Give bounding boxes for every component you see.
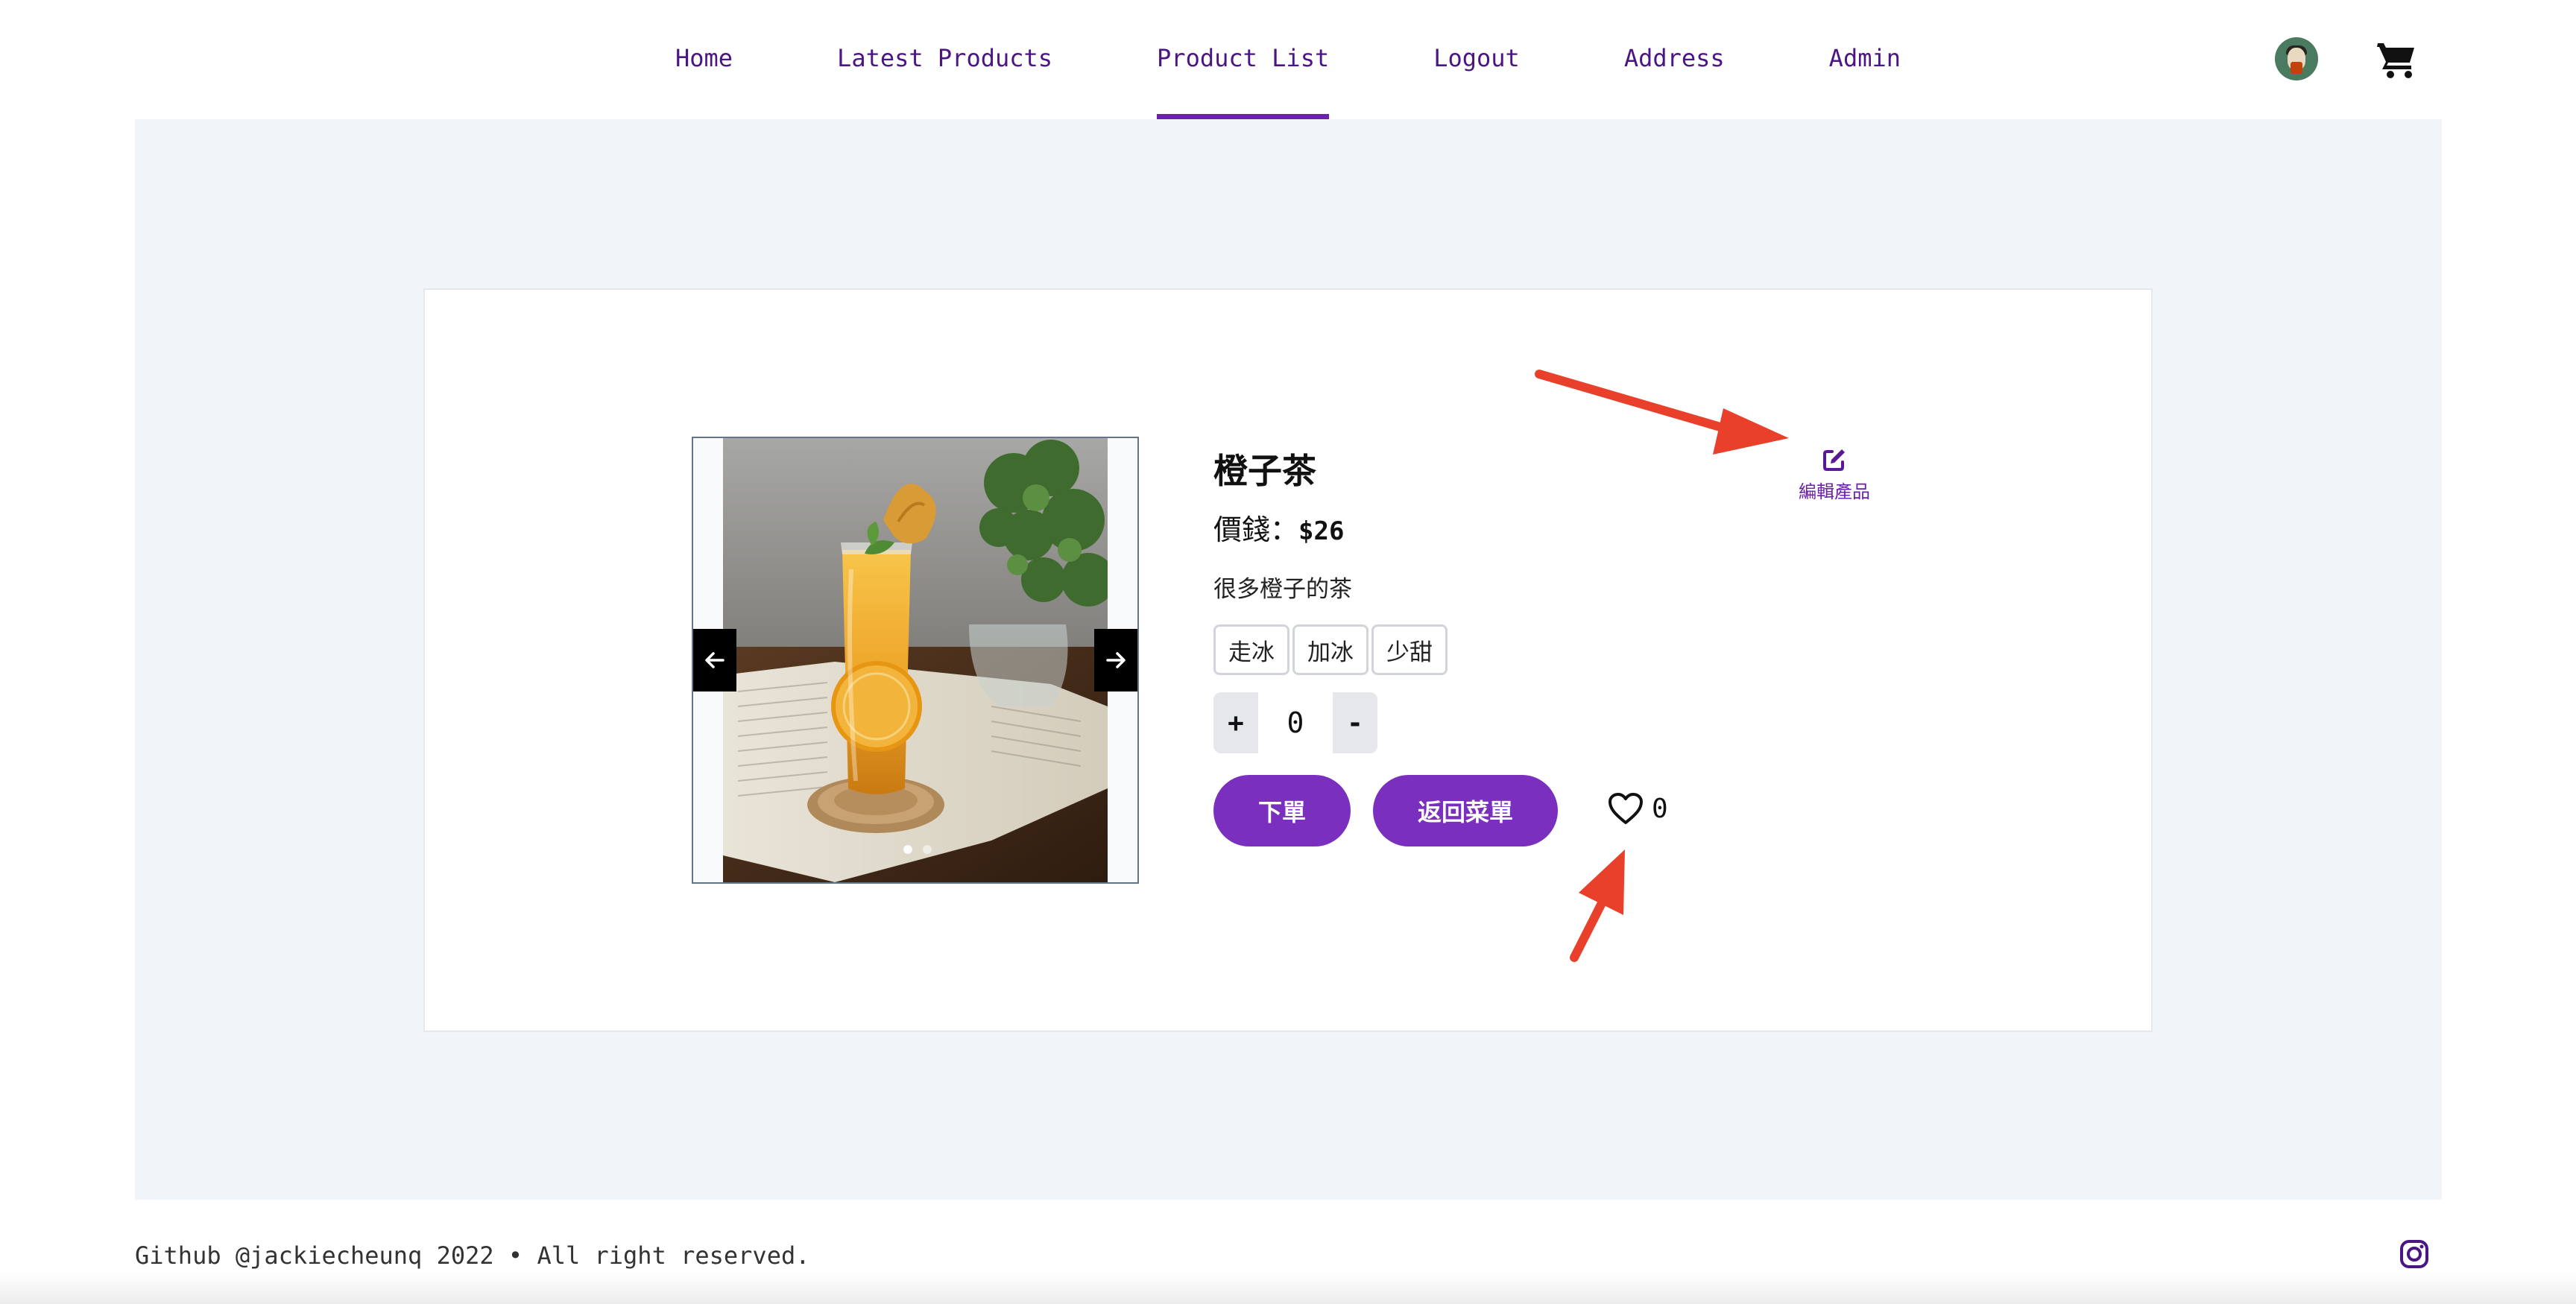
nav-links: Home Latest Products Product List Logout… xyxy=(0,0,2576,119)
product-description: 很多橙子的茶 xyxy=(1213,576,1352,603)
carousel-next-button[interactable] xyxy=(1094,629,1137,691)
quantity-increase-button[interactable]: + xyxy=(1213,692,1258,753)
nav-link-home[interactable]: Home xyxy=(675,0,733,119)
place-order-button[interactable]: 下單 xyxy=(1213,775,1351,846)
like-button[interactable]: 0 xyxy=(1607,791,1668,826)
avatar[interactable] xyxy=(2275,37,2318,80)
product-image-carousel xyxy=(692,437,1139,884)
price-value: $26 xyxy=(1298,516,1345,546)
carousel-dot-1[interactable] xyxy=(903,845,912,854)
footer-copyright: Github @jackiecheunq 2022 • All right re… xyxy=(135,1241,810,1270)
product-price: 價錢： $26 xyxy=(1213,507,1344,548)
option-no-ice[interactable]: 走冰 xyxy=(1213,624,1289,675)
edit-product-label: 編輯產品 xyxy=(1799,481,1870,502)
carousel-indicators xyxy=(903,845,932,854)
carousel-dot-2[interactable] xyxy=(923,845,932,854)
heart-icon xyxy=(1609,793,1643,824)
quantity-input[interactable]: 0 xyxy=(1258,692,1333,753)
product-title: 橙子茶 xyxy=(1213,451,1316,491)
edit-icon xyxy=(1823,449,1845,471)
nav-link-logout[interactable]: Logout xyxy=(1433,0,1520,119)
nav-link-latest-products[interactable]: Latest Products xyxy=(837,0,1052,119)
nav-actions xyxy=(2275,37,2418,80)
arrow-left-icon xyxy=(705,652,724,668)
arrow-right-icon xyxy=(1106,652,1126,668)
nav-link-admin[interactable]: Admin xyxy=(1829,0,1901,119)
edit-product-button[interactable]: 編輯產品 xyxy=(1793,447,1876,503)
shopping-cart-icon[interactable] xyxy=(2375,37,2418,80)
top-navigation: Home Latest Products Product List Logout… xyxy=(0,0,2576,119)
page-footer: Github @jackiecheunq 2022 • All right re… xyxy=(0,1200,2576,1304)
instagram-icon[interactable] xyxy=(2399,1238,2430,1270)
avatar-cup xyxy=(2291,62,2302,74)
price-label: 價錢： xyxy=(1213,513,1299,546)
option-less-sweet[interactable]: 少甜 xyxy=(1371,624,1448,675)
drink-options: 走冰 加冰 少甜 xyxy=(1213,624,1448,675)
product-photo xyxy=(723,438,1108,882)
option-add-ice[interactable]: 加冰 xyxy=(1292,624,1368,675)
like-count: 0 xyxy=(1652,793,1668,824)
back-to-menu-button[interactable]: 返回菜單 xyxy=(1373,775,1558,846)
nav-link-product-list[interactable]: Product List xyxy=(1157,0,1330,119)
quantity-stepper: + 0 - xyxy=(1213,692,1377,753)
quantity-decrease-button[interactable]: - xyxy=(1333,692,1377,753)
nav-link-address[interactable]: Address xyxy=(1624,0,1725,119)
carousel-prev-button[interactable] xyxy=(693,629,736,691)
